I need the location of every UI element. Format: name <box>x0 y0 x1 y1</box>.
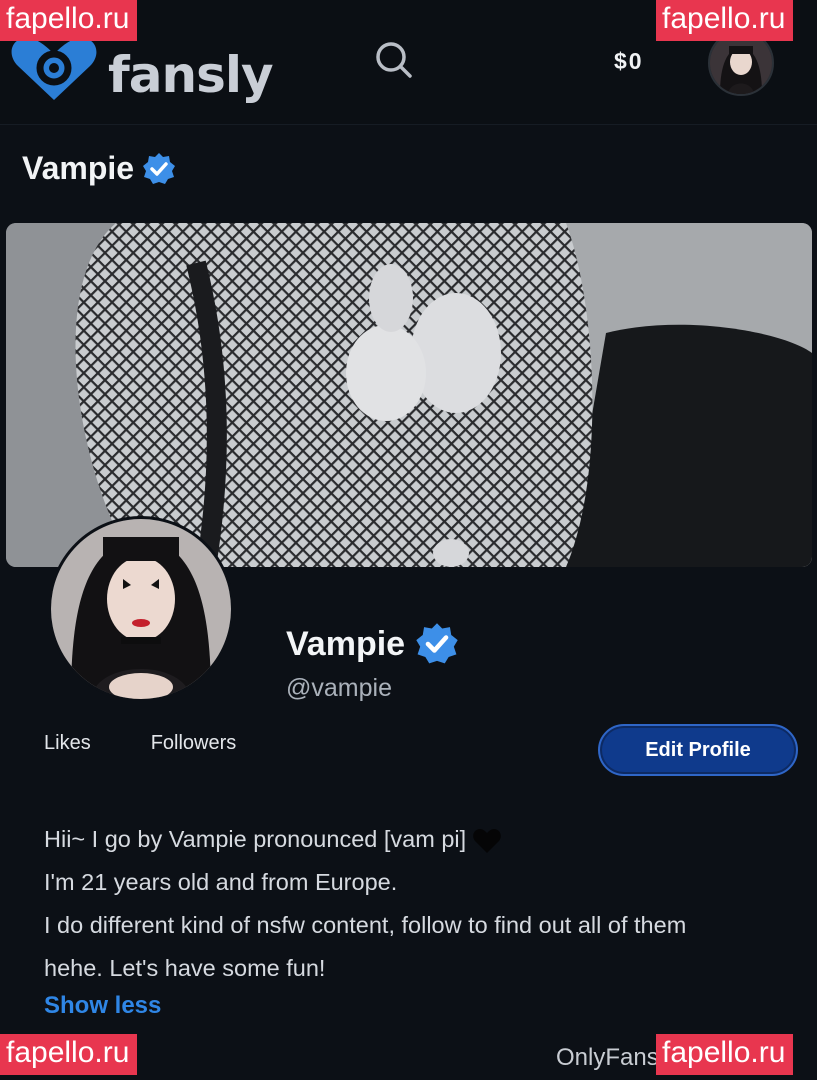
followers-stat[interactable]: Followers <box>151 732 237 755</box>
black-heart-icon <box>473 828 501 853</box>
fansly-logo-icon <box>11 38 97 100</box>
search-button[interactable] <box>372 38 416 82</box>
profile-banner[interactable] <box>6 223 812 567</box>
profile-bio: Hii~ I go by Vampie pronounced [vam pi] … <box>44 818 804 990</box>
watermark-top-right: fapello.ru <box>656 0 794 41</box>
show-less-link[interactable]: Show less <box>44 992 161 1020</box>
bio-line: I do different kind of nsfw content, fol… <box>44 912 687 938</box>
verified-badge-icon <box>143 152 176 184</box>
profile-avatar-image <box>51 519 231 699</box>
bio-line: Hii~ I go by Vampie pronounced [vam pi] <box>44 818 804 861</box>
verified-badge-icon <box>416 623 458 664</box>
page-title-row: Vampie <box>22 150 176 187</box>
bio-line: hehe. Let's have some fun! <box>44 955 326 981</box>
watermark-bottom-left: fapello.ru <box>0 1034 138 1075</box>
watermark-bottom-right: fapello.ru <box>656 1034 794 1075</box>
profile-avatar[interactable] <box>48 516 234 702</box>
search-icon <box>376 42 412 78</box>
profile-display-name: Vampie <box>286 624 406 663</box>
profile-handle: @vampie <box>286 674 392 702</box>
avatar-image <box>710 32 772 94</box>
logo-text: fansly <box>108 46 274 104</box>
likes-stat[interactable]: Likes <box>44 732 91 755</box>
profile-display-name-row: Vampie <box>286 622 459 666</box>
profile-stats: Likes Followers <box>44 732 236 755</box>
banner-image <box>6 223 812 567</box>
wallet-balance[interactable]: $0 <box>614 48 644 75</box>
bio-line: I'm 21 years old and from Europe. <box>44 869 398 895</box>
page-title: Vampie <box>22 150 135 186</box>
edit-profile-button[interactable]: Edit Profile <box>598 724 798 776</box>
bio-line-text: Hii~ I go by Vampie pronounced [vam pi] <box>44 826 467 852</box>
watermark-top-left: fapello.ru <box>0 0 138 41</box>
footer-text: OnlyFans <box>556 1044 659 1071</box>
profile-page: fansly $0 fapello.ru fapello.ru Vampie V… <box>0 0 817 1080</box>
profile-name-block: Vampie @vampie <box>286 622 459 703</box>
